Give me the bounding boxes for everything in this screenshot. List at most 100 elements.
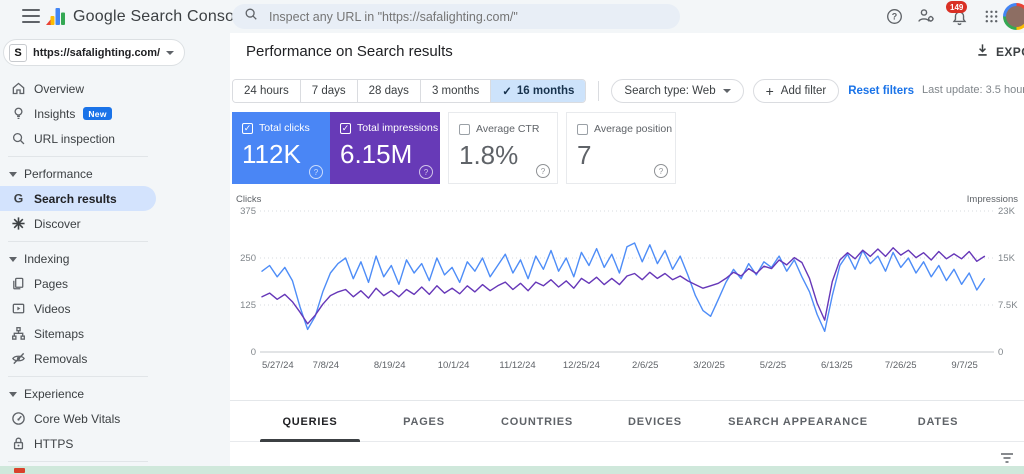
add-filter-label: Add filter xyxy=(780,85,827,97)
help-icon[interactable]: ? xyxy=(536,164,550,178)
metric-label: Average CTR xyxy=(476,123,540,135)
lightbulb-icon xyxy=(10,106,26,122)
url-inspect-search-bar[interactable] xyxy=(232,4,680,29)
metric-card-total-clicks[interactable]: ✓ Total clicks 112K? xyxy=(232,112,330,184)
add-filter-button[interactable]: + Add filter xyxy=(752,79,840,103)
site-favicon: S xyxy=(9,43,27,62)
property-selector[interactable]: S https://safalighting.com/ xyxy=(3,39,186,66)
date-range-label: 7 days xyxy=(311,85,346,97)
unchecked-checkbox[interactable] xyxy=(459,123,470,135)
date-range-7-days[interactable]: 7 days xyxy=(299,80,357,102)
metric-label: Average position xyxy=(594,123,673,135)
apps-grid-icon[interactable] xyxy=(981,6,1001,26)
sidebar-item-pages[interactable]: Pages xyxy=(0,271,156,296)
export-label: EXPORT xyxy=(996,44,1024,59)
section-label: Performance xyxy=(24,167,93,181)
metric-card-average-position[interactable]: Average position 7? xyxy=(566,112,676,184)
sidebar-item-url-inspection[interactable]: URL inspection xyxy=(0,126,156,151)
tab-search-appearance[interactable]: SEARCH APPEARANCE xyxy=(714,403,882,441)
x-tick-label: 7/26/25 xyxy=(885,360,917,371)
section-divider xyxy=(230,400,1024,401)
url-inspect-input[interactable] xyxy=(267,8,668,25)
sidebar-divider xyxy=(8,241,148,242)
sidebar-item-overview[interactable]: Overview xyxy=(0,76,156,101)
reset-filters-link[interactable]: Reset filters xyxy=(848,85,914,97)
x-tick-label: 5/2/25 xyxy=(760,360,786,371)
sidebar-item-removals[interactable]: Removals xyxy=(0,346,156,371)
date-range-28-days[interactable]: 28 days xyxy=(356,80,420,102)
right-axis-title: Impressions xyxy=(967,194,1018,205)
product-name: Google Search Console xyxy=(73,8,248,25)
download-icon xyxy=(976,43,989,60)
sidebar-item-discover[interactable]: Discover xyxy=(0,211,156,236)
date-range-24-hours[interactable]: 24 hours xyxy=(233,80,300,102)
checked-checkbox[interactable]: ✓ xyxy=(340,122,351,134)
overlay-red-marker xyxy=(14,468,25,473)
x-tick-label: 2/6/25 xyxy=(632,360,658,371)
discover-icon xyxy=(10,216,26,232)
search-icon xyxy=(10,131,26,147)
right-tick-label: 0 xyxy=(998,347,1003,358)
section-label: Indexing xyxy=(24,252,70,266)
export-button[interactable]: EXPORT xyxy=(976,43,1024,60)
left-axis-title: Clicks xyxy=(236,194,262,205)
performance-chart[interactable]: Clicks Impressions 375 23K 250 15K 125 7.5K 0 0 5/… xyxy=(230,192,1024,378)
removals-icon xyxy=(10,351,26,367)
sidebar-section-performance[interactable]: Performance xyxy=(0,162,230,186)
avatar[interactable] xyxy=(1003,3,1024,30)
metric-cards: ✓ Total clicks 112K? ✓ Total impressions 6.15… xyxy=(232,112,676,184)
unchecked-checkbox[interactable] xyxy=(577,123,588,135)
pages-icon xyxy=(10,276,26,292)
metric-card-total-impressions[interactable]: ✓ Total impressions 6.15M? xyxy=(330,112,440,184)
sidebar-item-label: Overview xyxy=(34,81,85,96)
left-tick-label: 250 xyxy=(240,253,256,264)
checked-checkbox[interactable]: ✓ xyxy=(242,122,253,134)
date-range-16-months[interactable]: ✓ 16 months xyxy=(490,80,586,102)
tab-countries[interactable]: COUNTRIES xyxy=(478,403,596,441)
metric-card-average-ctr[interactable]: Average CTR 1.8%? xyxy=(448,112,558,184)
sidebar-menu: Overview Insights New URL inspection Perform… xyxy=(0,76,230,474)
sidebar-section-experience[interactable]: Experience xyxy=(0,382,230,406)
triangle-down-icon xyxy=(9,391,17,397)
sidebar-item-core-web-vitals[interactable]: Core Web Vitals xyxy=(0,406,156,431)
sidebar-item-videos[interactable]: Videos xyxy=(0,296,156,321)
dimension-tabs: QUERIES PAGES COUNTRIES DEVICES SEARCH APPEA… xyxy=(230,403,1024,442)
hamburger-menu-icon[interactable] xyxy=(22,9,40,23)
x-tick-label: 11/12/24 xyxy=(499,360,535,371)
sidebar-item-search-results[interactable]: G Search results xyxy=(0,186,156,211)
tab-queries[interactable]: QUERIES xyxy=(250,403,370,442)
new-badge: New xyxy=(83,107,112,120)
sidebar-divider xyxy=(8,376,148,377)
core-web-vitals-icon xyxy=(10,411,26,427)
user-settings-icon[interactable] xyxy=(916,6,936,26)
sidebar-item-https[interactable]: HTTPS xyxy=(0,431,156,456)
triangle-down-icon xyxy=(9,171,17,177)
help-icon[interactable]: ? xyxy=(309,165,323,179)
video-icon xyxy=(10,301,26,317)
tab-dates[interactable]: DATES xyxy=(882,403,994,441)
right-tick-label: 15K xyxy=(998,253,1016,264)
filter-divider xyxy=(598,81,600,101)
help-icon[interactable]: ? xyxy=(654,164,668,178)
chevron-down-icon xyxy=(166,50,175,55)
x-tick-label: 9/7/25 xyxy=(951,360,977,371)
search-type-dropdown[interactable]: Search type: Web xyxy=(611,79,744,103)
tab-devices[interactable]: DEVICES xyxy=(596,403,714,441)
sidebar-item-sitemaps[interactable]: Sitemaps xyxy=(0,321,156,346)
help-icon[interactable]: ? xyxy=(884,6,904,26)
help-icon[interactable]: ? xyxy=(419,165,433,179)
plus-icon: + xyxy=(765,83,774,99)
x-tick-label: 6/13/25 xyxy=(821,360,853,371)
tab-pages[interactable]: PAGES xyxy=(370,403,478,441)
sidebar-item-insights[interactable]: Insights New xyxy=(0,101,156,126)
sidebar-item-label: Search results xyxy=(34,191,117,206)
sidebar-divider xyxy=(8,461,148,462)
sidebar-section-indexing[interactable]: Indexing xyxy=(0,247,230,271)
date-range-3-months[interactable]: 3 months xyxy=(419,80,491,102)
sidebar-item-label: Insights xyxy=(34,106,76,121)
left-tick-label: 125 xyxy=(240,300,256,311)
triangle-down-icon xyxy=(9,256,17,262)
date-range-label: 24 hours xyxy=(244,85,289,97)
google-search-console-app: { "topbar": { "product_name": "Google Se… xyxy=(0,0,1024,474)
last-update-text: Last update: 3.5 hours a xyxy=(922,84,1024,96)
